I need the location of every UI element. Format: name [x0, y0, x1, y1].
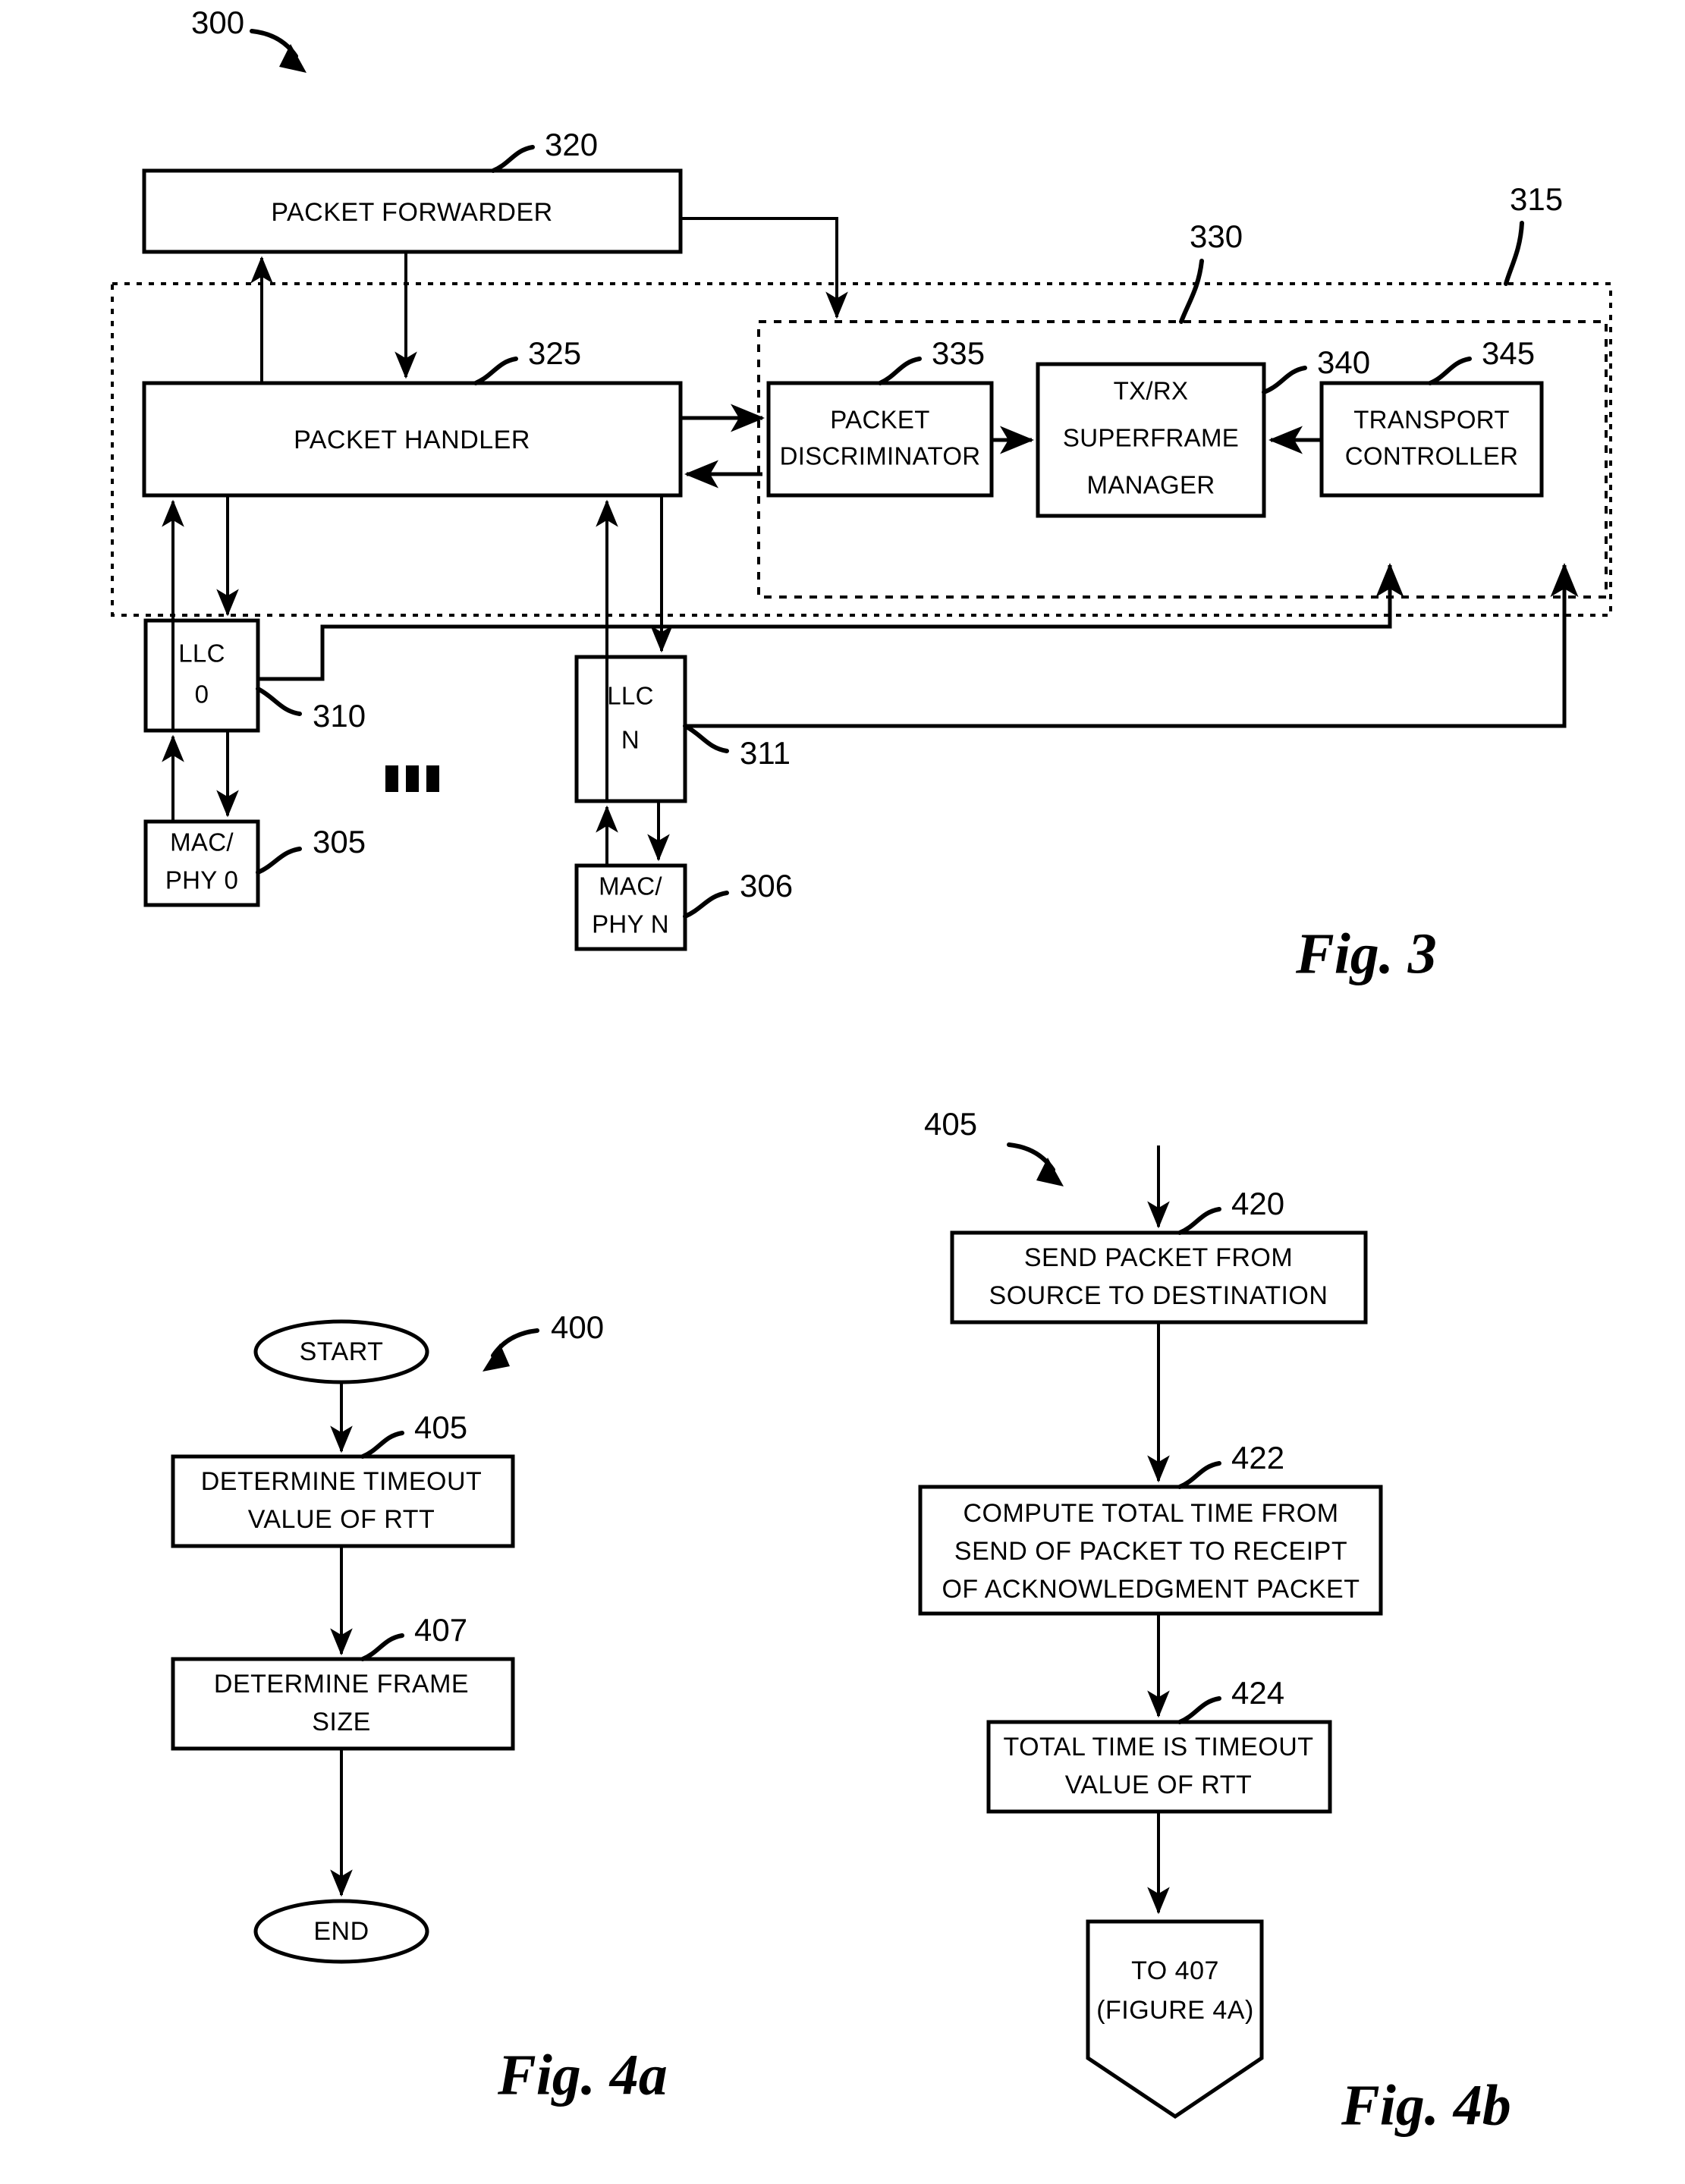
fig4b-step422-line1: COMPUTE TOTAL TIME FROM — [963, 1499, 1338, 1528]
lead-306 — [683, 891, 729, 919]
lead-330 — [1179, 259, 1204, 324]
lead-310 — [256, 687, 302, 716]
figures-svg: PACKET FORWARDER PACKET HANDLER PACKET D… — [111, 5, 1612, 2137]
llc0-box — [143, 618, 260, 733]
wire-forwarder-to-group330 — [681, 217, 848, 319]
lead-311 — [683, 724, 729, 753]
fig4b-connector-line1: TO 407 — [1131, 1956, 1219, 1985]
fig4a-ref-400-arrow — [483, 1328, 539, 1372]
packet-discriminator-box — [766, 381, 994, 498]
figure4b-caption: Fig. 4b — [1341, 2073, 1511, 2137]
lead-4a-407 — [360, 1633, 404, 1661]
ref-325: 325 — [528, 335, 581, 371]
lead-305 — [256, 847, 302, 875]
llcn-label-line2: N — [621, 726, 640, 754]
packet-forwarder-label: PACKET FORWARDER — [271, 198, 552, 227]
fig4a-step407-line2: SIZE — [312, 1708, 371, 1736]
fig4a-step407-line1: DETERMINE FRAME — [214, 1670, 469, 1698]
lead-325 — [473, 357, 518, 385]
macphy0-label-line2: PHY 0 — [165, 866, 238, 894]
fig4b-ref-405: 405 — [924, 1106, 977, 1142]
superframe-manager-label-line3: MANAGER — [1087, 471, 1215, 499]
packet-handler-label: PACKET HANDLER — [294, 426, 530, 454]
fig4a-step405-line1: DETERMINE TIMEOUT — [201, 1467, 483, 1496]
lead-340 — [1262, 366, 1307, 394]
ref-340: 340 — [1317, 344, 1370, 380]
fig4a-ref-400: 400 — [551, 1309, 604, 1345]
lead-315 — [1504, 221, 1524, 286]
fig3-ellipsis — [385, 765, 439, 792]
llc0-label-line2: 0 — [195, 680, 209, 709]
transport-controller-box — [1319, 381, 1544, 498]
lead-335 — [878, 357, 922, 385]
packet-discriminator-label-line1: PACKET — [830, 406, 929, 434]
lead-345 — [1428, 357, 1472, 385]
fig4b-ref-405-arrow — [1007, 1142, 1064, 1186]
macphy0-label-line1: MAC/ — [170, 828, 234, 856]
fig4a-end-label: END — [313, 1917, 369, 1946]
superframe-manager-label-line2: SUPERFRAME — [1063, 424, 1239, 452]
lead-4b-424 — [1177, 1696, 1221, 1724]
llcn-label-line1: LLC — [607, 682, 653, 710]
fig4b-ref-422: 422 — [1231, 1440, 1284, 1475]
ref-320: 320 — [545, 127, 598, 162]
macphyn-label-line1: MAC/ — [599, 872, 662, 900]
fig4a-ref-405: 405 — [414, 1409, 467, 1445]
fig4b-ref-424: 424 — [1231, 1675, 1284, 1711]
lead-4a-405 — [360, 1431, 404, 1459]
fig4b-step420-line2: SOURCE TO DESTINATION — [989, 1281, 1328, 1310]
fig4a-step405-line2: VALUE OF RTT — [248, 1505, 435, 1534]
fig4a-start-label: START — [300, 1337, 384, 1366]
macphyn-label-line2: PHY N — [592, 910, 669, 938]
wire-llcn-to-group315 — [685, 562, 1579, 728]
ref-315: 315 — [1510, 181, 1563, 217]
llc0-label-line1: LLC — [178, 639, 225, 668]
transport-controller-label-line2: CONTROLLER — [1345, 442, 1519, 470]
packet-discriminator-label-line2: DISCRIMINATOR — [780, 442, 981, 470]
fig4b-connector-line2: (FIGURE 4A) — [1096, 1996, 1254, 2025]
fig4b-step422-line3: OF ACKNOWLEDGMENT PACKET — [942, 1575, 1360, 1604]
fig4b-step422-line2: SEND OF PACKET TO RECEIPT — [954, 1537, 1347, 1566]
ref-310: 310 — [313, 698, 366, 734]
fig4b-ref-420: 420 — [1231, 1186, 1284, 1221]
ref-330: 330 — [1190, 218, 1243, 254]
ref-345: 345 — [1482, 335, 1535, 371]
transport-controller-label-line1: TRANSPORT — [1353, 406, 1510, 434]
ref-311: 311 — [740, 735, 791, 771]
superframe-manager-label-line1: TX/RX — [1114, 377, 1189, 405]
ref-335: 335 — [932, 335, 985, 371]
lead-4b-420 — [1177, 1207, 1221, 1235]
figure4a-caption: Fig. 4a — [497, 2043, 668, 2107]
lead-320 — [491, 145, 535, 173]
fig3-ref-300-arrow — [250, 29, 307, 73]
fig4b-step420-line1: SEND PACKET FROM — [1024, 1243, 1293, 1272]
wire-llc0-to-group315 — [258, 562, 1404, 681]
fig4b-step424-line1: TOTAL TIME IS TIMEOUT — [1003, 1733, 1313, 1761]
fig4b-step424-line2: VALUE OF RTT — [1065, 1771, 1253, 1799]
ref-305: 305 — [313, 824, 366, 859]
figure3-caption: Fig. 3 — [1295, 922, 1437, 985]
ref-300: 300 — [191, 5, 244, 40]
patent-figure-sheet: PACKET FORWARDER PACKET HANDLER PACKET D… — [0, 0, 1685, 2184]
fig4a-ref-407: 407 — [414, 1612, 467, 1648]
ref-306: 306 — [740, 868, 793, 903]
lead-4b-422 — [1177, 1461, 1221, 1489]
